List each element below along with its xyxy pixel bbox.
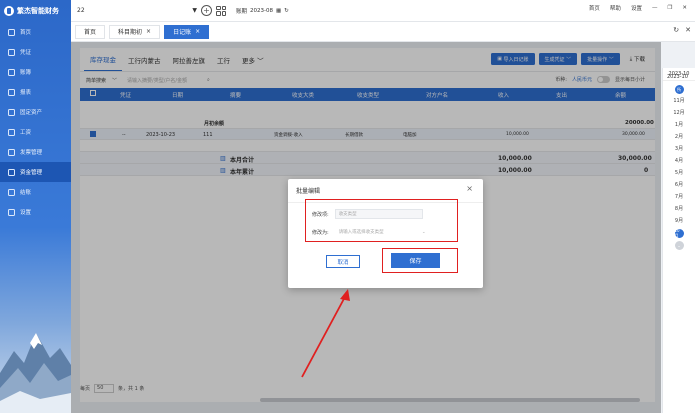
sidebar-item-invoice[interactable]: 发票管理 (0, 142, 71, 162)
month-item[interactable]: 6月 (675, 181, 683, 190)
sidebar-item-home[interactable]: 首页 (0, 22, 71, 42)
app-logo: 繁杰智能财务 (0, 0, 71, 22)
settings-link[interactable]: 设置 (631, 4, 642, 12)
period-selector[interactable]: 账期 2023-08 ▦ ↻ (236, 7, 289, 15)
period-label: 账期 (236, 8, 248, 15)
sidebar-item-label: 固定资产 (20, 110, 43, 116)
add-icon[interactable]: + (201, 5, 212, 16)
salary-icon (8, 128, 15, 136)
month-panel: 2023-10 所 11月 12月 1月 2月 3月 4月 5月 6月 7月 8… (662, 68, 695, 413)
mountain-decoration (0, 333, 71, 413)
tab-journal[interactable]: 日记账 × (164, 24, 210, 39)
home-link[interactable]: 首页 (589, 4, 600, 12)
month-item[interactable]: 1月 (675, 121, 683, 130)
sidebar-item-funds[interactable]: 资金管理 (0, 162, 71, 182)
month-item[interactable]: 4月 (675, 157, 683, 166)
close-icon[interactable]: × (466, 184, 473, 193)
month-item[interactable]: 3月 (675, 145, 683, 154)
refresh-icon[interactable]: ↻ (673, 26, 679, 34)
annotation-arrow (301, 289, 350, 378)
logo-icon (4, 6, 14, 16)
sidebar-item-label: 结账 (20, 190, 32, 196)
funds-icon (8, 168, 15, 176)
month-item[interactable]: 7月 (675, 193, 683, 202)
sidebar-item-label: 账簿 (20, 70, 32, 76)
month-item[interactable]: 12月 (673, 109, 684, 118)
sidebar-item-voucher[interactable]: 凭证 (0, 42, 71, 62)
month-item[interactable]: 9月 (675, 217, 683, 226)
sidebar-item-salary[interactable]: 工资 (0, 122, 71, 142)
annotation-highlight-fields (305, 199, 458, 242)
closing-icon (8, 188, 15, 196)
month-item[interactable]: 11月 (673, 97, 684, 106)
period-value: 2023-08 (250, 7, 273, 14)
chevron-down-icon: ▼ (192, 7, 197, 14)
tab-opening-balances[interactable]: 科目期初 × (109, 24, 161, 39)
close-all-icon[interactable]: ✕ (685, 26, 691, 34)
report-icon (8, 88, 15, 96)
home-icon (8, 28, 15, 36)
page-tabs: 首页 科目期初 × 日记账 × ↻ ✕ (71, 22, 695, 42)
sidebar-item-ledger[interactable]: 账簿 (0, 62, 71, 82)
ledger-icon (8, 68, 15, 76)
sidebar-item-label: 设置 (20, 210, 32, 216)
sidebar-item-label: 资金管理 (20, 170, 43, 176)
sidebar-item-label: 首页 (20, 30, 32, 36)
sidebar-item-label: 发票管理 (20, 150, 43, 156)
invoice-icon (8, 148, 15, 156)
close-icon[interactable]: × (195, 28, 200, 35)
refresh-icon[interactable]: ↻ (284, 8, 289, 14)
tab-label: 首页 (84, 29, 97, 36)
restore-icon[interactable]: ❐ (667, 5, 672, 11)
month-item[interactable]: 8月 (675, 205, 683, 214)
company-select[interactable]: 22 ▼ (77, 7, 197, 14)
close-icon[interactable]: × (146, 28, 151, 35)
close-window-icon[interactable]: ✕ (682, 5, 687, 11)
annotation-highlight-save (382, 248, 458, 273)
tab-label: 日记账 (173, 29, 192, 36)
assets-icon (8, 108, 15, 116)
cancel-button[interactable]: 取消 (326, 255, 360, 268)
top-bar: 22 ▼ + 账期 2023-08 ▦ ↻ 首页 帮助 设置 — ❐ ✕ (71, 0, 695, 22)
sidebar: 繁杰智能财务 首页 凭证 账簿 报表 固定资产 工资 发票管理 资金管理 结账 … (0, 0, 71, 413)
sidebar-item-closing[interactable]: 结账 (0, 182, 71, 202)
all-months-dot[interactable]: 所 (674, 85, 684, 94)
sidebar-item-settings[interactable]: 设置 (0, 202, 71, 222)
help-link[interactable]: 帮助 (610, 4, 621, 12)
sidebar-item-fixed-assets[interactable]: 固定资产 (0, 102, 71, 122)
voucher-icon (8, 48, 15, 56)
sidebar-item-label: 凭证 (20, 50, 32, 56)
month-item[interactable]: 5月 (675, 169, 683, 178)
sidebar-item-label: 报表 (20, 90, 32, 96)
calendar-icon: ▦ (276, 7, 282, 14)
tab-label: 科目期初 (118, 29, 143, 36)
sidebar-item-label: 工资 (20, 130, 32, 136)
company-name: 22 (77, 7, 85, 14)
minimize-icon[interactable]: — (652, 5, 658, 11)
settings-icon (8, 208, 15, 216)
sidebar-item-report[interactable]: 报表 (0, 82, 71, 102)
tab-home[interactable]: 首页 (75, 24, 106, 39)
collapse-icon[interactable]: ⌄ (674, 241, 684, 250)
apps-grid-icon[interactable] (216, 5, 226, 16)
year-top-label: 2023-10 (667, 74, 688, 80)
month-item[interactable]: 2月 (675, 133, 683, 142)
current-month-dot[interactable]: 10月 (674, 228, 684, 238)
logo-text: 繁杰智能财务 (17, 7, 59, 15)
